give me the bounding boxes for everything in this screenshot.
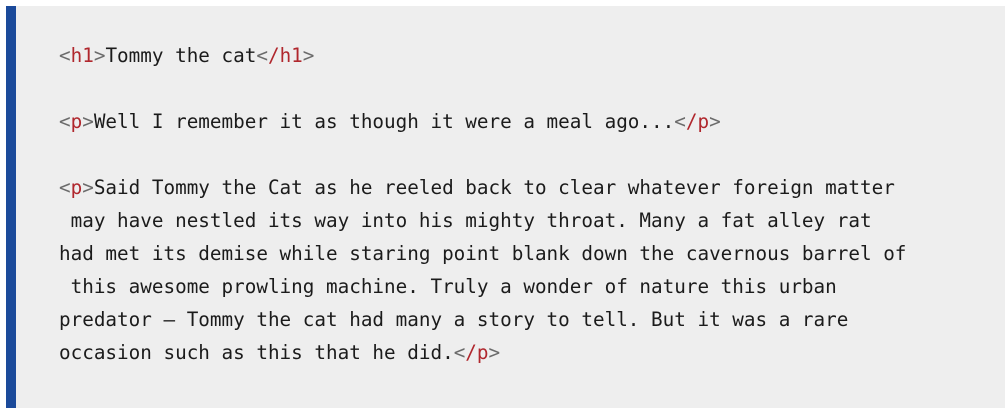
paragraph-text-line: may have nestled its way into his mighty… <box>59 209 872 232</box>
code-line-p1: <p>Well I remember it as though it were … <box>59 105 906 138</box>
tag-name: h1 <box>70 44 94 67</box>
code-line-p2-1: <p>Said Tommy the Cat as he reeled back … <box>59 171 906 204</box>
tag-open-bracket: < <box>674 110 686 133</box>
code-line-p2-6: occasion such as this that he did.</p> <box>59 336 906 369</box>
tag-close-bracket: > <box>82 176 94 199</box>
code-line-p2-4: this awesome prowling machine. Truly a w… <box>59 270 906 303</box>
tag-name: p <box>70 110 83 133</box>
tag-close-bracket: > <box>302 44 315 67</box>
tag-close-bracket: > <box>93 44 106 67</box>
tag-name: /p <box>465 341 489 364</box>
paragraph-text-line: had met its demise while staring point b… <box>59 242 907 265</box>
code-listing: <h1>Tommy the cat</h1> <p>Well I remember… <box>59 39 906 369</box>
tag-close-bracket: > <box>709 110 721 133</box>
tag-name: p <box>70 176 83 199</box>
paragraph-text-line: predator — Tommy the cat had many a stor… <box>59 308 849 331</box>
code-line-p2-2: may have nestled its way into his mighty… <box>59 204 906 237</box>
code-line-p2-5: predator — Tommy the cat had many a stor… <box>59 303 906 336</box>
tag-close-bracket: > <box>82 110 94 133</box>
tag-open-bracket: < <box>256 44 268 67</box>
code-line-p2-3: had met its demise while staring point b… <box>59 237 906 270</box>
paragraph-text-line: occasion such as this that he did. <box>59 341 454 364</box>
tag-name: /p <box>685 110 710 133</box>
tag-open-bracket: < <box>59 176 71 199</box>
code-block: <h1>Tommy the cat</h1> <p>Well I remember… <box>6 6 1005 408</box>
paragraph-text: Well I remember it as though it were a m… <box>93 110 675 133</box>
tag-open-bracket: < <box>59 110 71 133</box>
tag-name: /h1 <box>267 44 303 67</box>
tag-open-bracket: < <box>59 44 71 67</box>
heading-text: Tommy the cat <box>105 44 257 67</box>
paragraph-text-line: this awesome prowling machine. Truly a w… <box>59 275 837 298</box>
code-line-h1: <h1>Tommy the cat</h1> <box>59 39 906 72</box>
paragraph-text-line: Said Tommy the Cat as he reeled back to … <box>93 176 895 199</box>
tag-open-bracket: < <box>453 341 466 364</box>
tag-close-bracket: > <box>488 341 501 364</box>
